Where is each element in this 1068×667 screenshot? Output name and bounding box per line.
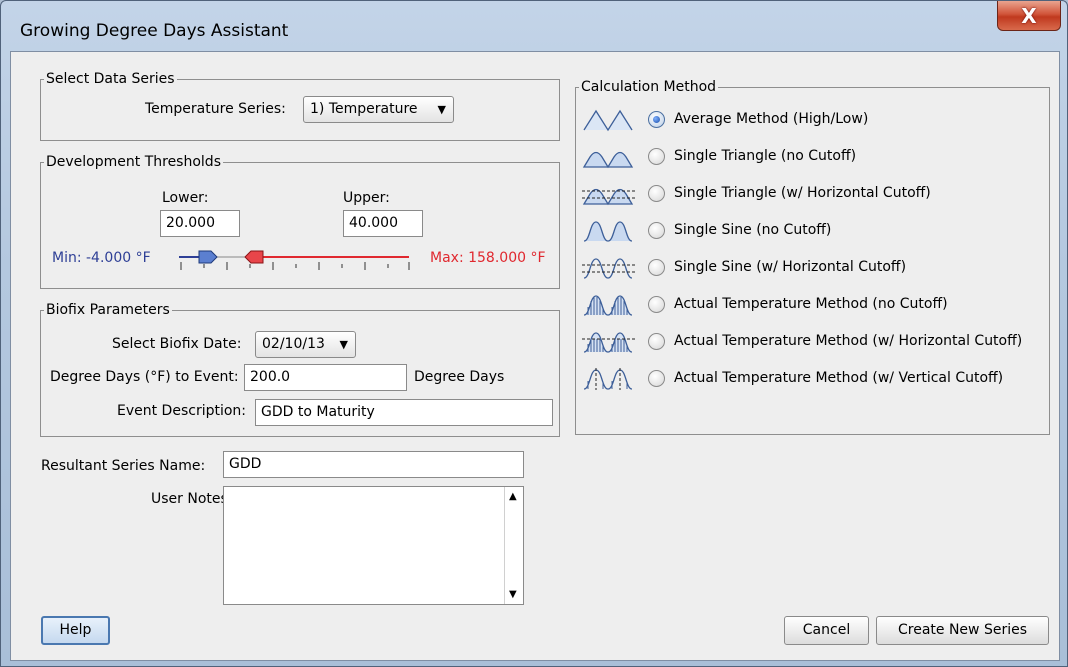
actual-temp-hcutoff-icon bbox=[582, 332, 636, 353]
method-row-single-sine-cutoff[interactable]: Single Sine (w/ Horizontal Cutoff) bbox=[582, 250, 1054, 286]
user-notes-textarea[interactable]: ▲ ▼ bbox=[223, 486, 524, 605]
actual-temp-icon bbox=[583, 295, 633, 316]
temperature-series-label: Temperature Series: bbox=[145, 101, 286, 117]
degree-days-unit: Degree Days bbox=[414, 369, 505, 385]
thresholds-group-title: Development Thresholds bbox=[44, 153, 223, 171]
method-row-single-triangle[interactable]: Single Triangle (no Cutoff) bbox=[582, 139, 1054, 175]
user-notes-label: User Notes: bbox=[151, 491, 233, 507]
data-series-group: Select Data Series Temperature Series: 1… bbox=[40, 70, 560, 141]
method-row-actual-temp-vcutoff[interactable]: Actual Temperature Method (w/ Vertical C… bbox=[582, 361, 1054, 397]
data-series-group-title: Select Data Series bbox=[44, 70, 177, 88]
thresholds-group: Development Thresholds Lower: Upper: 20.… bbox=[40, 153, 560, 289]
biofix-group: Biofix Parameters Select Biofix Date: 02… bbox=[40, 301, 560, 437]
radio-single-sine-cutoff[interactable] bbox=[648, 259, 665, 276]
radio-actual-temp-hcutoff[interactable] bbox=[648, 333, 665, 350]
lower-threshold-thumb bbox=[198, 250, 218, 264]
method-row-average[interactable]: Average Method (High/Low) bbox=[582, 102, 1054, 138]
biofix-date-label: Select Biofix Date: bbox=[112, 336, 242, 352]
method-label-single-triangle-cutoff: Single Triangle (w/ Horizontal Cutoff) bbox=[674, 185, 931, 201]
lower-threshold-input[interactable]: 20.000 bbox=[160, 210, 240, 237]
calculation-method-group: Calculation Method Average Method (High/… bbox=[575, 78, 1050, 435]
calculation-method-group-title: Calculation Method bbox=[579, 78, 719, 96]
biofix-date-dropdown[interactable]: 02/10/13 ▼ bbox=[255, 331, 356, 358]
window-title: Growing Degree Days Assistant bbox=[20, 21, 289, 41]
average-method-icon bbox=[583, 109, 633, 132]
upper-threshold-input[interactable]: 40.000 bbox=[343, 210, 423, 237]
single-triangle-icon bbox=[582, 151, 634, 169]
actual-temp-vcutoff-icon bbox=[583, 368, 633, 390]
method-label-single-triangle: Single Triangle (no Cutoff) bbox=[674, 148, 857, 164]
single-triangle-cutoff-icon bbox=[582, 188, 636, 206]
dialog-window: Growing Degree Days Assistant X Select D… bbox=[0, 0, 1068, 667]
lower-threshold-label: Lower: bbox=[162, 190, 209, 206]
method-row-actual-temp[interactable]: Actual Temperature Method (no Cutoff) bbox=[582, 287, 1054, 323]
help-button[interactable]: Help bbox=[41, 616, 110, 645]
cancel-button[interactable]: Cancel bbox=[784, 616, 869, 645]
resultant-series-input[interactable]: GDD bbox=[223, 451, 524, 478]
close-icon: X bbox=[1021, 3, 1037, 28]
close-button[interactable]: X bbox=[997, 1, 1061, 31]
title-bar: Growing Degree Days Assistant X bbox=[1, 1, 1067, 51]
event-description-label: Event Description: bbox=[117, 403, 247, 419]
upper-threshold-thumb bbox=[244, 250, 264, 264]
method-row-single-sine[interactable]: Single Sine (no Cutoff) bbox=[582, 213, 1054, 249]
method-label-actual-temp: Actual Temperature Method (no Cutoff) bbox=[674, 296, 948, 312]
method-label-actual-temp-vcutoff: Actual Temperature Method (w/ Vertical C… bbox=[674, 370, 1004, 386]
radio-single-triangle-cutoff[interactable] bbox=[648, 185, 665, 202]
radio-single-sine[interactable] bbox=[648, 222, 665, 239]
radio-average-method[interactable] bbox=[648, 111, 665, 128]
chevron-down-icon: ▼ bbox=[339, 338, 348, 351]
upper-threshold-label: Upper: bbox=[343, 190, 390, 206]
event-description-input[interactable]: GDD to Maturity bbox=[255, 399, 553, 426]
method-row-single-triangle-cutoff[interactable]: Single Triangle (w/ Horizontal Cutoff) bbox=[582, 176, 1054, 212]
dialog-content: Select Data Series Temperature Series: 1… bbox=[10, 51, 1060, 661]
degree-days-input[interactable]: 200.0 bbox=[244, 364, 407, 391]
radio-single-triangle[interactable] bbox=[648, 148, 665, 165]
min-temp-label: Min: -4.000 °F bbox=[52, 250, 151, 266]
radio-actual-temp-vcutoff[interactable] bbox=[648, 370, 665, 387]
biofix-group-title: Biofix Parameters bbox=[44, 301, 172, 319]
temperature-series-value: 1) Temperature bbox=[310, 101, 418, 117]
method-label-single-sine: Single Sine (no Cutoff) bbox=[674, 222, 832, 238]
scroll-up-icon[interactable]: ▲ bbox=[509, 491, 517, 502]
method-row-actual-temp-hcutoff[interactable]: Actual Temperature Method (w/ Horizontal… bbox=[582, 324, 1054, 360]
chevron-down-icon: ▼ bbox=[437, 103, 446, 116]
create-new-series-button[interactable]: Create New Series bbox=[876, 616, 1049, 645]
radio-actual-temp[interactable] bbox=[648, 296, 665, 313]
resultant-series-label: Resultant Series Name: bbox=[41, 458, 206, 474]
degree-days-label: Degree Days (°F) to Event: bbox=[50, 369, 239, 385]
max-temp-label: Max: 158.000 °F bbox=[430, 250, 546, 266]
single-sine-cutoff-icon bbox=[582, 258, 636, 279]
method-label-actual-temp-hcutoff: Actual Temperature Method (w/ Horizontal… bbox=[674, 333, 1023, 349]
temperature-series-dropdown[interactable]: 1) Temperature ▼ bbox=[303, 96, 454, 123]
method-label-average: Average Method (High/Low) bbox=[674, 111, 869, 127]
single-sine-icon bbox=[583, 221, 633, 242]
biofix-date-value: 02/10/13 bbox=[262, 336, 325, 352]
threshold-range-slider[interactable] bbox=[175, 243, 415, 275]
scroll-down-icon[interactable]: ▼ bbox=[509, 589, 517, 600]
user-notes-scrollbar[interactable]: ▲ ▼ bbox=[504, 487, 523, 604]
method-label-single-sine-cutoff: Single Sine (w/ Horizontal Cutoff) bbox=[674, 259, 907, 275]
